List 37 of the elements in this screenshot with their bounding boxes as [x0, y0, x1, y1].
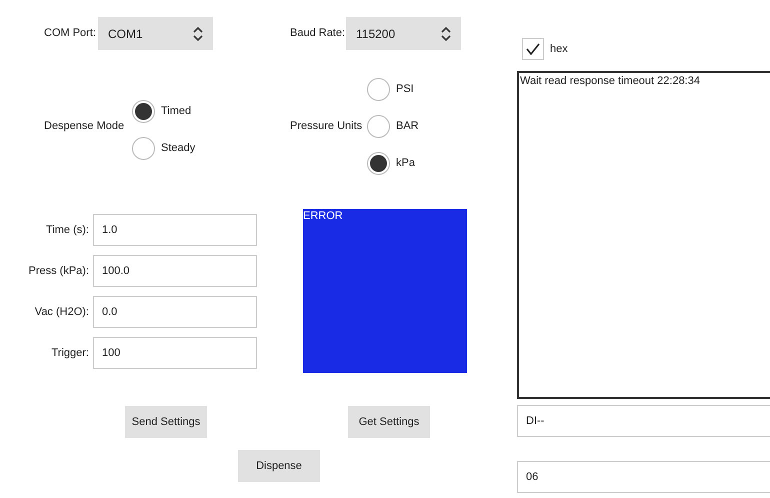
send-settings-button[interactable]: Send Settings [125, 406, 207, 438]
up-down-chevron-icon [193, 26, 203, 42]
radio-label: BAR [396, 118, 419, 134]
radio-button[interactable] [132, 100, 155, 123]
pressure-units-label: Pressure Units [290, 118, 364, 134]
baud-rate-label: Baud Rate: [290, 26, 346, 42]
field-label: Trigger: [50, 346, 90, 361]
output-field[interactable]: DI-- [517, 405, 770, 437]
input-field[interactable]: 1.0 [93, 214, 257, 246]
input-field[interactable]: 0.0 [93, 296, 257, 328]
field-label: Time (s): [45, 222, 90, 238]
input-field[interactable]: 100.0 [93, 255, 257, 287]
combo-box[interactable]: 115200 [346, 17, 461, 50]
com-port-label: COM Port: [44, 26, 97, 42]
status-text: ERROR [303, 209, 344, 223]
log-area[interactable]: Wait read response timeout 22:28:34 [517, 71, 770, 399]
dispense-mode-label: Despense Mode [44, 118, 126, 134]
up-down-chevron-icon [441, 26, 451, 42]
checkmark-icon [526, 43, 540, 55]
radio-label: Steady [161, 141, 196, 156]
hex-label: hex [550, 42, 568, 57]
combo-box[interactable]: COM1 [98, 17, 213, 50]
input-field[interactable]: 100 [93, 337, 257, 369]
hex-checkbox[interactable] [522, 38, 544, 60]
dispense-button[interactable]: Dispense [238, 450, 320, 482]
radio-button[interactable] [367, 78, 390, 100]
field-label: Vac (H2O): [34, 304, 90, 320]
radio-button[interactable] [367, 114, 390, 138]
log-line: Wait read response timeout 22:28:34 [520, 74, 701, 88]
field-label: Press (kPa): [27, 264, 90, 279]
radio-label: kPa [396, 156, 415, 171]
radio-button[interactable] [132, 137, 155, 160]
radio-button[interactable] [367, 152, 390, 174]
output-field[interactable]: 06 [517, 461, 770, 493]
radio-label: PSI [396, 82, 414, 97]
get-settings-button[interactable]: Get Settings [348, 406, 430, 438]
radio-label: Timed [161, 104, 192, 120]
